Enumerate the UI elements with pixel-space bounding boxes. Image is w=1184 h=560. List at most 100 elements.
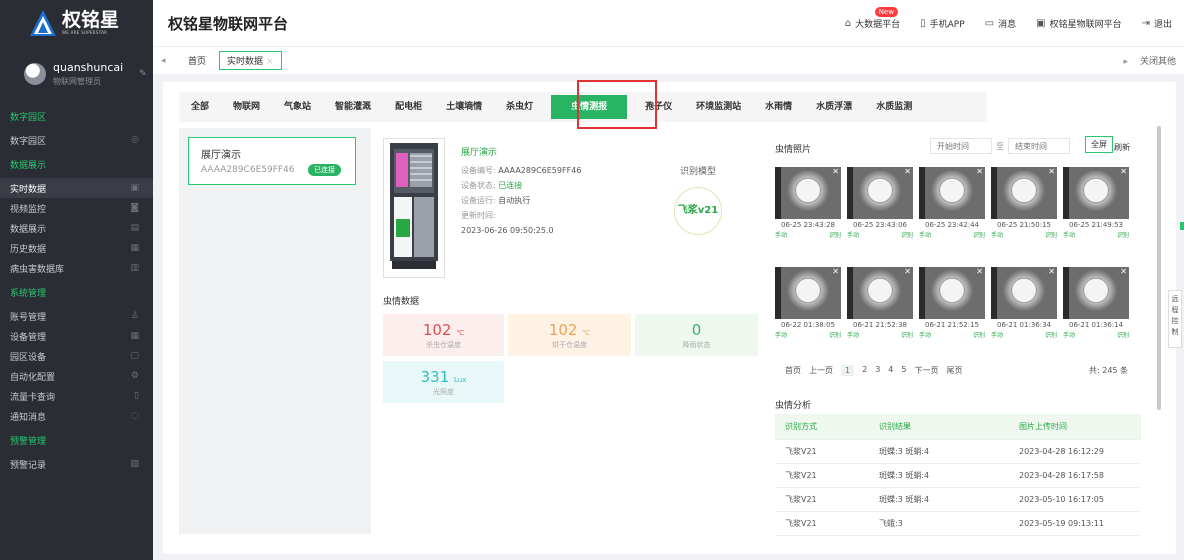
scrollbar[interactable] [1157,126,1161,410]
photo-thumbnail[interactable]: ✕ [919,267,985,319]
photo-date: 06-21 01:36:34 [996,321,1051,329]
photo-mode: 手动 [919,232,932,239]
tab-current[interactable]: 实时数据 × [219,51,282,70]
sidebar-section: 系统管理 [10,289,47,299]
photo-meta: 手动 识别 [1063,330,1129,339]
sidebar-item[interactable]: 数字园区 ◎ [0,130,153,150]
refresh-button[interactable]: 刷新 [1114,142,1130,153]
close-others[interactable]: ▸ 关闭其他 [1123,54,1176,67]
category-tab[interactable]: 气象站 [272,92,323,122]
photo-thumbnail[interactable]: ✕ [775,267,841,319]
dry-temp-label: 烘干仓温度 [552,341,587,349]
page-first[interactable]: 首页 [785,365,801,376]
message-link[interactable]: ▭ 消息 [985,17,1016,30]
page-number[interactable]: 3 [875,365,880,376]
bigdata-link[interactable]: ⌂ 大数据平台 New [844,6,900,30]
sidebar-item[interactable]: 历史数据 ▦ [0,238,153,258]
logout-button[interactable]: ⇥ 退出 [1142,17,1172,30]
delete-photo-icon[interactable]: ✕ [1048,267,1055,276]
delete-photo-icon[interactable]: ✕ [1120,267,1127,276]
table-row: 飞浆V21 斑蝶:3 斑蛸:4 2023-04-28 16:12:29 [775,440,1141,464]
page-last[interactable]: 尾页 [946,365,962,376]
tab-current-label: 实时数据 [227,57,264,67]
delete-photo-icon[interactable]: ✕ [904,267,911,276]
status-label: 设备状态: [461,181,496,190]
sidebar-item[interactable]: 病虫害数据库 ▥ [0,258,153,278]
app-link[interactable]: ▯ 手机APP [920,17,965,30]
sidebar-item[interactable]: 设备管理 ▦ [0,326,153,346]
photo-mode: 手动 [847,332,860,339]
photo-meta: 手动 识别 [991,230,1057,239]
photo-tag: 识别 [1044,232,1057,239]
delete-photo-icon[interactable]: ✕ [976,267,983,276]
page-number[interactable]: 4 [888,365,893,376]
photo-thumbnail[interactable]: ✕ [1063,167,1129,219]
tabs-next-icon[interactable]: ▸ [1123,57,1128,67]
category-tab[interactable]: 环境监测站 [684,92,753,122]
delete-photo-icon[interactable]: ✕ [1048,167,1055,176]
photo-meta: 手动 识别 [919,230,985,239]
delete-photo-icon[interactable]: ✕ [832,167,839,176]
table-cell: 2023-04-28 16:17:58 [1019,471,1104,480]
end-date-input[interactable] [1008,138,1070,154]
photo-thumbnail[interactable]: ✕ [991,167,1057,219]
photo-thumbnail[interactable]: ✕ [919,167,985,219]
date-range: 至 [930,138,1070,154]
photo-frame [991,267,997,319]
photo-thumbnail[interactable]: ✕ [775,167,841,219]
home-icon: ⌂ [844,17,852,29]
delete-photo-icon[interactable]: ✕ [832,267,839,276]
status-badge: 已连接 [308,164,341,176]
page-next[interactable]: 下一页 [914,365,938,376]
delete-photo-icon[interactable]: ✕ [1120,167,1127,176]
page-title: 权铭星物联网平台 [168,14,289,33]
category-tab[interactable]: 杀虫灯 [494,92,545,122]
sidebar-item[interactable]: 自动化配置 ⚙ [0,366,153,386]
delete-photo-icon[interactable]: ✕ [904,167,911,176]
photo-thumbnail[interactable]: ✕ [1063,267,1129,319]
platform-link[interactable]: ▣ 权铭星物联网平台 [1036,17,1121,30]
category-tab[interactable]: 全部 [179,92,221,122]
sidebar-item[interactable]: 数据展示 ▤ [0,218,153,238]
sidebar-item[interactable]: 流量卡查询 ▯ [0,386,153,406]
category-tab[interactable]: 水雨情 [753,92,804,122]
tabs-prev-icon[interactable]: ◂ [161,56,175,66]
page-prev[interactable]: 上一页 [809,365,833,376]
category-tab[interactable]: 物联网 [221,92,272,122]
photo-thumbnail[interactable]: ✕ [847,267,913,319]
sidebar-item[interactable]: 视频监控 ◙ [0,198,153,218]
edit-icon[interactable]: ✎ [139,69,147,79]
category-tab[interactable]: 水质浮漂 [804,92,864,122]
sidebar-item[interactable]: 通知消息 ◌ [0,406,153,426]
sidebar-item-label: 历史数据 [10,244,47,255]
remote-control-button[interactable]: 远程控制 [1168,290,1182,348]
device-card[interactable]: 展厅演示 AAAA289C6E59FF46 已连接 [188,137,356,185]
photo-date: 06-21 21:52:38 [852,321,907,329]
avatar[interactable] [24,63,46,85]
photo-frame [1063,167,1069,219]
category-tab[interactable]: 智能灌溉 [323,92,383,122]
sidebar-item[interactable]: 实时数据 ▣ [0,178,153,198]
device-image [383,138,445,278]
table-cell: 飞蛾:3 [879,519,903,528]
category-tab[interactable]: 土壤墒情 [434,92,494,122]
tab-home[interactable]: 首页 [181,52,213,69]
photo-thumbnail[interactable]: ✕ [847,167,913,219]
tab-close-icon[interactable]: × [266,57,274,67]
header-result: 识别结果 [879,422,911,431]
start-date-input[interactable] [930,138,992,154]
sidebar-item[interactable]: 预警记录 ▨ [0,454,153,474]
delete-photo-icon[interactable]: ✕ [976,167,983,176]
photo-thumbnail[interactable]: ✕ [991,267,1057,319]
category-tab[interactable]: 水质监测 [864,92,924,122]
fullscreen-button[interactable]: 全屏 [1085,136,1113,153]
sidebar-item[interactable]: 园区设备 ▢ [0,346,153,366]
message-icon: ▭ [984,17,995,29]
sidebar-item-label: 通知消息 [10,412,47,423]
sidebar-item[interactable]: 账号管理 ♙ [0,306,153,326]
header-time: 图片上传时间 [1019,422,1067,431]
page-number[interactable]: 2 [862,365,867,376]
page-number[interactable]: 5 [901,365,906,376]
category-tab[interactable]: 配电柜 [383,92,434,122]
page-number[interactable]: 1 [841,365,855,376]
